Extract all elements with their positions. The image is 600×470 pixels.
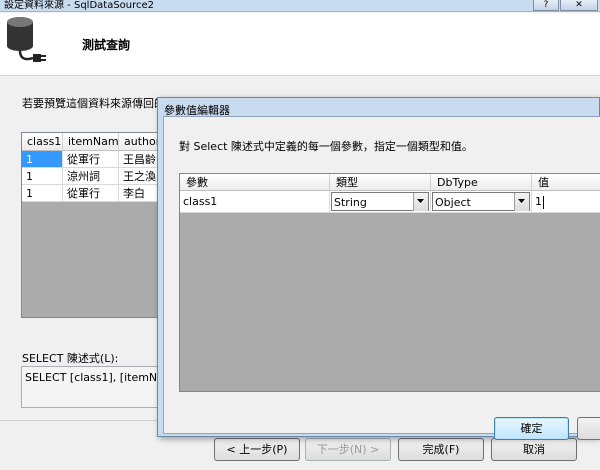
table-cell[interactable]: 從軍行: [63, 185, 119, 202]
help-icon: ?: [543, 0, 549, 10]
value-text: 1: [535, 195, 542, 208]
table-cell[interactable]: 1: [22, 185, 63, 202]
table-cell[interactable]: 1: [22, 151, 63, 168]
page-title: 測試查詢: [82, 38, 131, 52]
help-button[interactable]: ?: [533, 0, 559, 11]
chevron-down-icon: [518, 199, 525, 203]
next-button[interactable]: 下一步(N) >: [305, 438, 391, 461]
type-dropdown-button[interactable]: [413, 193, 428, 211]
column-header-itemname[interactable]: itemName: [63, 133, 125, 151]
finish-button[interactable]: 完成(F): [398, 438, 484, 461]
ok-button[interactable]: 確定: [494, 417, 569, 440]
dbtype-dropdown[interactable]: Object: [432, 192, 530, 211]
type-dropdown-value: String: [334, 196, 367, 209]
cancel-button[interactable]: 取消: [491, 438, 577, 461]
table-cell[interactable]: 王昌齡: [119, 151, 162, 168]
dbtype-dropdown-button[interactable]: [514, 193, 529, 211]
dbtype-dropdown-value: Object: [435, 196, 471, 209]
window-title: 設定資料來源 - SqlDataSource2: [4, 0, 155, 11]
parameter-name-cell[interactable]: class1: [180, 191, 330, 213]
table-cell[interactable]: 1: [22, 168, 63, 185]
type-dropdown[interactable]: String: [331, 192, 429, 211]
dialog-body: 對 Select 陳述式中定義的每一個參數，指定一個類型和值。 參數 類型 Db…: [163, 116, 600, 440]
column-header-dbtype[interactable]: DbType: [431, 174, 532, 191]
table-cell[interactable]: 李白: [119, 185, 162, 202]
chevron-down-icon: [417, 199, 424, 203]
column-header-parameter[interactable]: 參數: [180, 174, 330, 191]
preview-grid[interactable]: class1 itemName author 1 從軍行 王昌齡 1 涼州詞 王…: [21, 132, 162, 318]
column-header-author[interactable]: author: [119, 133, 162, 151]
dbtype-cell[interactable]: Object: [431, 191, 532, 213]
previous-button[interactable]: < 上一步(P): [214, 438, 300, 461]
column-header-value[interactable]: 值: [532, 174, 600, 191]
parameter-editor-dialog: 參數值編輯器 對 Select 陳述式中定義的每一個參數，指定一個類型和值。 參…: [157, 97, 600, 440]
close-icon: ✕: [575, 0, 583, 10]
sql-label: SELECT 陳述式(L):: [22, 352, 119, 365]
table-cell[interactable]: 從軍行: [63, 151, 119, 168]
type-cell[interactable]: String: [330, 191, 431, 213]
parameter-name: class1: [183, 195, 218, 208]
table-cell[interactable]: 王之渙: [119, 168, 162, 185]
column-header-class1[interactable]: class1: [22, 133, 63, 151]
dialog-instruction: 對 Select 陳述式中定義的每一個參數，指定一個類型和值。: [179, 140, 473, 153]
text-caret: [543, 195, 544, 209]
database-connection-icon: [7, 17, 46, 62]
dialog-cancel-button[interactable]: [577, 417, 600, 440]
table-cell[interactable]: 涼州詞: [63, 168, 119, 185]
column-header-type[interactable]: 類型: [330, 174, 431, 191]
value-cell[interactable]: 1: [532, 191, 600, 213]
value-input[interactable]: 1: [535, 194, 544, 210]
close-button[interactable]: ✕: [560, 0, 598, 11]
parameter-grid[interactable]: 參數 類型 DbType 值 class1 String Object 1: [179, 173, 600, 392]
sql-statement-box[interactable]: SELECT [class1], [itemName], [author] FR…: [21, 366, 161, 408]
